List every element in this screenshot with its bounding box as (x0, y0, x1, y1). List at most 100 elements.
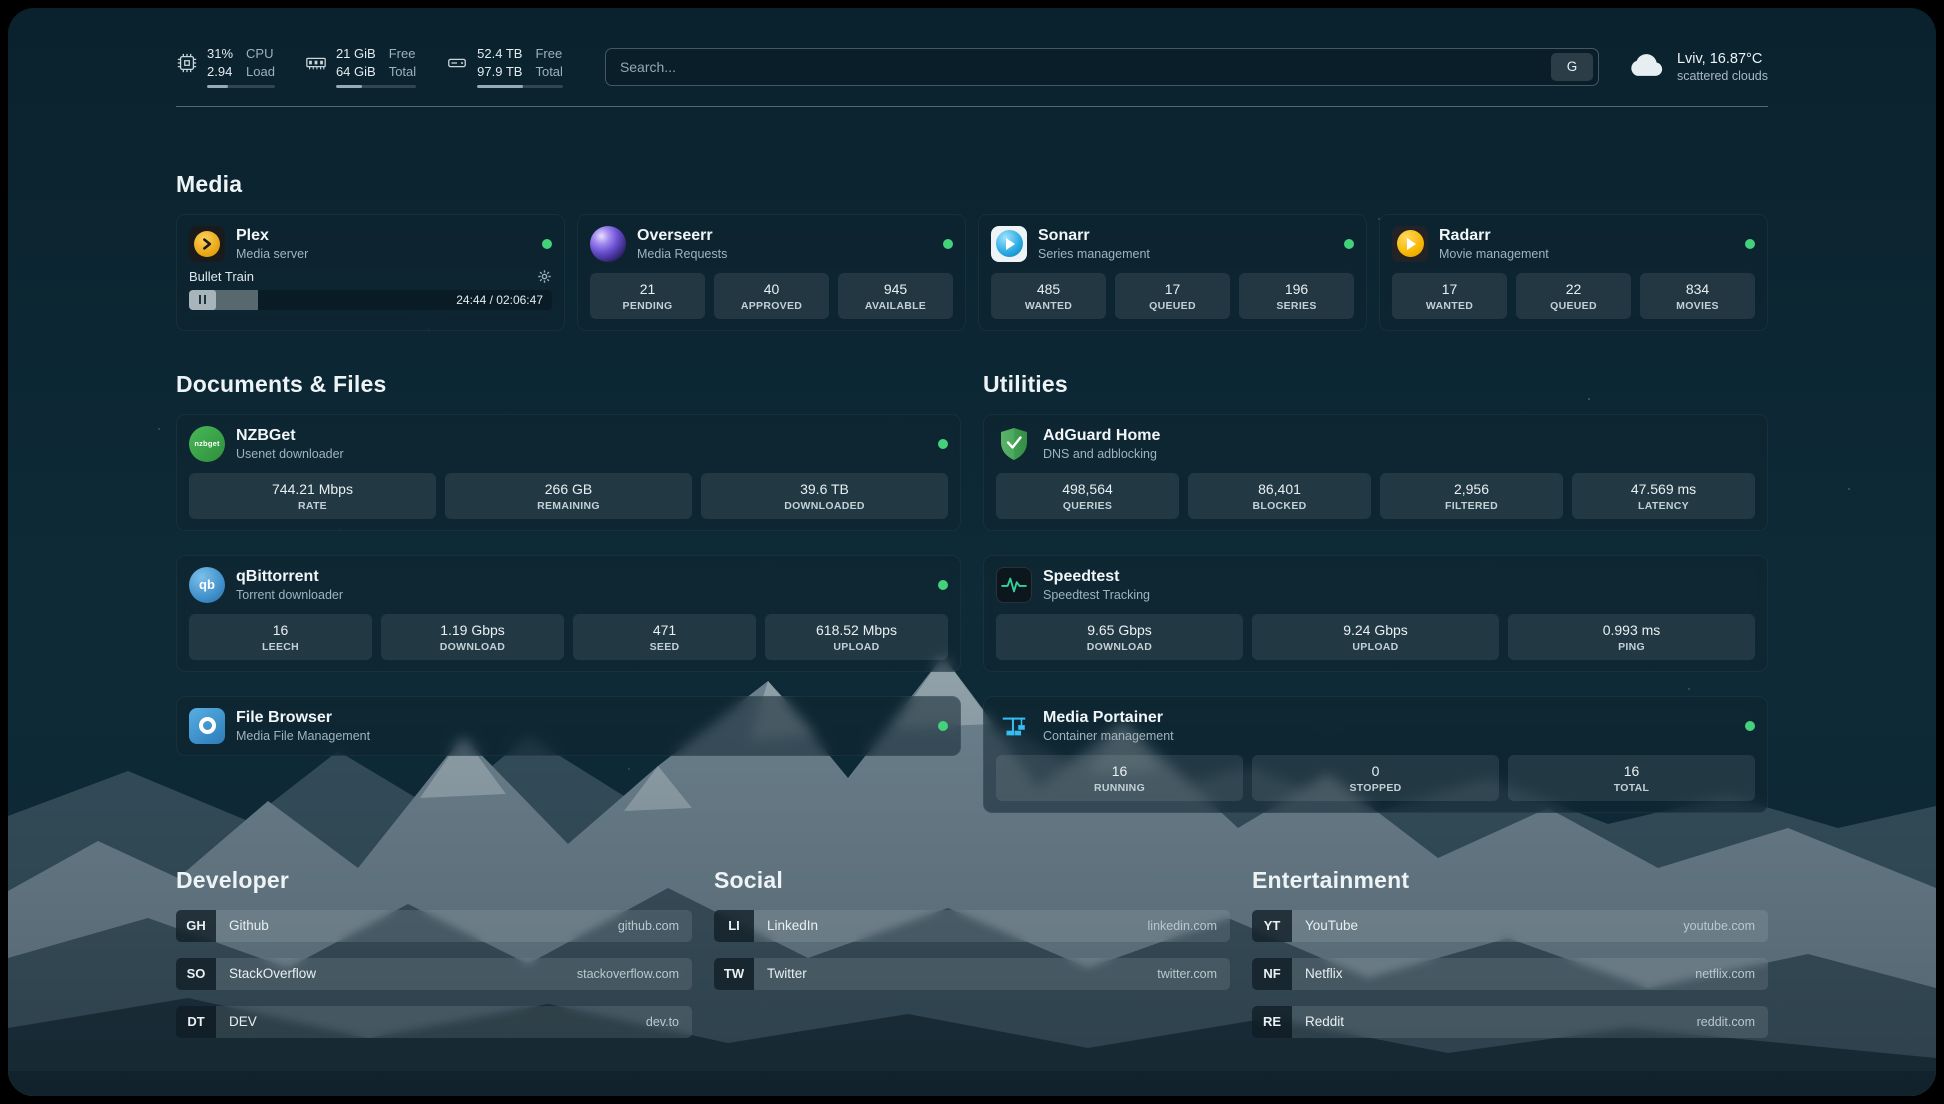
radarr-icon (1392, 226, 1428, 262)
portainer-icon (996, 708, 1032, 744)
stat-approved: 40 APPROVED (714, 273, 829, 319)
stat-wanted: 17 WANTED (1392, 273, 1507, 319)
speedtest-icon (996, 567, 1032, 603)
stat-stopped: 0 STOPPED (1252, 755, 1499, 801)
bookmark-group-social: Social LI LinkedIn linkedin.com TW Twitt… (714, 867, 1230, 1054)
netflix-icon: NF (1252, 958, 1292, 990)
youtube-icon: YT (1252, 910, 1292, 942)
disk-usage-bar (477, 85, 563, 88)
service-description: Media File Management (236, 729, 370, 743)
top-bar: 31% CPU 2.94 Load (176, 46, 1768, 88)
stat-pending: 21 PENDING (590, 273, 705, 319)
cpu-usage-bar (207, 85, 275, 88)
cpu-percent: 31% (207, 46, 233, 63)
stat-queries: 498,564 QUERIES (996, 473, 1179, 519)
service-description: Media server (236, 247, 308, 261)
cpu-load-label: Load (246, 64, 275, 81)
bookmark-netflix[interactable]: NF Netflix netflix.com (1252, 958, 1768, 990)
service-description: DNS and adblocking (1043, 447, 1160, 461)
cpu-label: CPU (246, 46, 275, 63)
memory-icon (305, 52, 327, 74)
bookmark-group-developer: Developer GH Github github.com SO StackO… (176, 867, 692, 1054)
disk-free: 52.4 TB (477, 46, 522, 63)
service-description: Speedtest Tracking (1043, 588, 1150, 602)
service-card-portainer[interactable]: Media Portainer Container management 16 … (983, 696, 1768, 813)
search-bar[interactable]: G (605, 48, 1599, 86)
status-dot (1344, 239, 1354, 249)
service-name: AdGuard Home (1043, 427, 1160, 445)
service-description: Container management (1043, 729, 1174, 743)
stat-blocked: 86,401 BLOCKED (1188, 473, 1371, 519)
pause-icon[interactable] (189, 290, 216, 310)
sonarr-icon (991, 226, 1027, 262)
bookmark-twitter[interactable]: TW Twitter twitter.com (714, 958, 1230, 990)
bookmark-github[interactable]: GH Github github.com (176, 910, 692, 942)
cpu-widget: 31% CPU 2.94 Load (176, 46, 275, 88)
stat-total: 16 TOTAL (1508, 755, 1755, 801)
service-name: Plex (236, 227, 308, 245)
disk-widget: 52.4 TB Free 97.9 TB Total (446, 46, 563, 88)
stat-download: 1.19 Gbps DOWNLOAD (381, 614, 564, 660)
stat-wanted: 485 WANTED (991, 273, 1106, 319)
section-title-media: Media (176, 171, 1768, 198)
bookmark-reddit[interactable]: RE Reddit reddit.com (1252, 1006, 1768, 1038)
section-title-utilities: Utilities (983, 371, 1768, 398)
stat-queued: 22 QUEUED (1516, 273, 1631, 319)
weather-condition: scattered clouds (1677, 69, 1768, 83)
service-name: Speedtest (1043, 568, 1150, 586)
disk-icon (446, 52, 468, 74)
cpu-load: 2.94 (207, 64, 233, 81)
playback-time: 24:44 / 02:06:47 (456, 293, 552, 307)
header-divider (176, 106, 1768, 107)
section-title-developer: Developer (176, 867, 692, 894)
service-description: Series management (1038, 247, 1150, 261)
search-input[interactable] (620, 59, 1551, 75)
stat-downloaded: 39.6 TB DOWNLOADED (701, 473, 948, 519)
service-card-plex[interactable]: Plex Media server Bullet Train (176, 214, 565, 331)
stat-queued: 17 QUEUED (1115, 273, 1230, 319)
service-card-filebrowser[interactable]: File Browser Media File Management (176, 696, 961, 756)
service-card-radarr[interactable]: Radarr Movie management 17 WANTED 22 QUE… (1379, 214, 1768, 331)
service-name: Sonarr (1038, 227, 1150, 245)
stat-upload: 618.52 Mbps UPLOAD (765, 614, 948, 660)
search-provider-button[interactable]: G (1551, 53, 1593, 81)
stackoverflow-icon: SO (176, 958, 216, 990)
stat-download: 9.65 Gbps DOWNLOAD (996, 614, 1243, 660)
bookmark-youtube[interactable]: YT YouTube youtube.com (1252, 910, 1768, 942)
weather-location: Lviv, 16.87°C (1677, 51, 1768, 67)
bookmark-group-entertainment: Entertainment YT YouTube youtube.com NF … (1252, 867, 1768, 1054)
status-dot (938, 439, 948, 449)
bookmark-linkedin[interactable]: LI LinkedIn linkedin.com (714, 910, 1230, 942)
service-card-overseerr[interactable]: Overseerr Media Requests 21 PENDING 40 A… (577, 214, 966, 331)
service-card-adguard[interactable]: AdGuard Home DNS and adblocking 498,564 … (983, 414, 1768, 531)
status-dot (938, 580, 948, 590)
service-card-qbittorrent[interactable]: qb qBittorrent Torrent downloader 16 (176, 555, 961, 672)
bookmark-dev[interactable]: DT DEV dev.to (176, 1006, 692, 1038)
bookmark-stackoverflow[interactable]: SO StackOverflow stackoverflow.com (176, 958, 692, 990)
linkedin-icon: LI (714, 910, 754, 942)
stat-rate: 744.21 Mbps RATE (189, 473, 436, 519)
status-dot (1745, 721, 1755, 731)
overseerr-icon (590, 226, 626, 262)
cpu-icon (176, 52, 198, 74)
column-utilities: Utilities (983, 371, 1768, 813)
disk-total-label: Total (535, 64, 562, 81)
gear-icon[interactable] (537, 269, 552, 284)
section-title-entertainment: Entertainment (1252, 867, 1768, 894)
twitter-icon: TW (714, 958, 754, 990)
status-dot (542, 239, 552, 249)
dev-icon: DT (176, 1006, 216, 1038)
service-name: NZBGet (236, 427, 344, 445)
memory-usage-bar (336, 85, 416, 88)
service-card-sonarr[interactable]: Sonarr Series management 485 WANTED 17 Q… (978, 214, 1367, 331)
column-documents: Documents & Files nzbget NZBGet Usenet d… (176, 371, 961, 756)
media-grid: Plex Media server Bullet Train (176, 214, 1768, 331)
qbittorrent-icon: qb (189, 567, 225, 603)
service-card-speedtest[interactable]: Speedtest Speedtest Tracking 9.65 Gbps D… (983, 555, 1768, 672)
service-name: Radarr (1439, 227, 1549, 245)
system-resources: 31% CPU 2.94 Load (176, 46, 563, 88)
stat-movies: 834 MOVIES (1640, 273, 1755, 319)
stat-remaining: 266 GB REMAINING (445, 473, 692, 519)
playback-progress-bar[interactable]: 24:44 / 02:06:47 (189, 290, 552, 310)
service-card-nzbget[interactable]: nzbget NZBGet Usenet downloader 744.21 M… (176, 414, 961, 531)
